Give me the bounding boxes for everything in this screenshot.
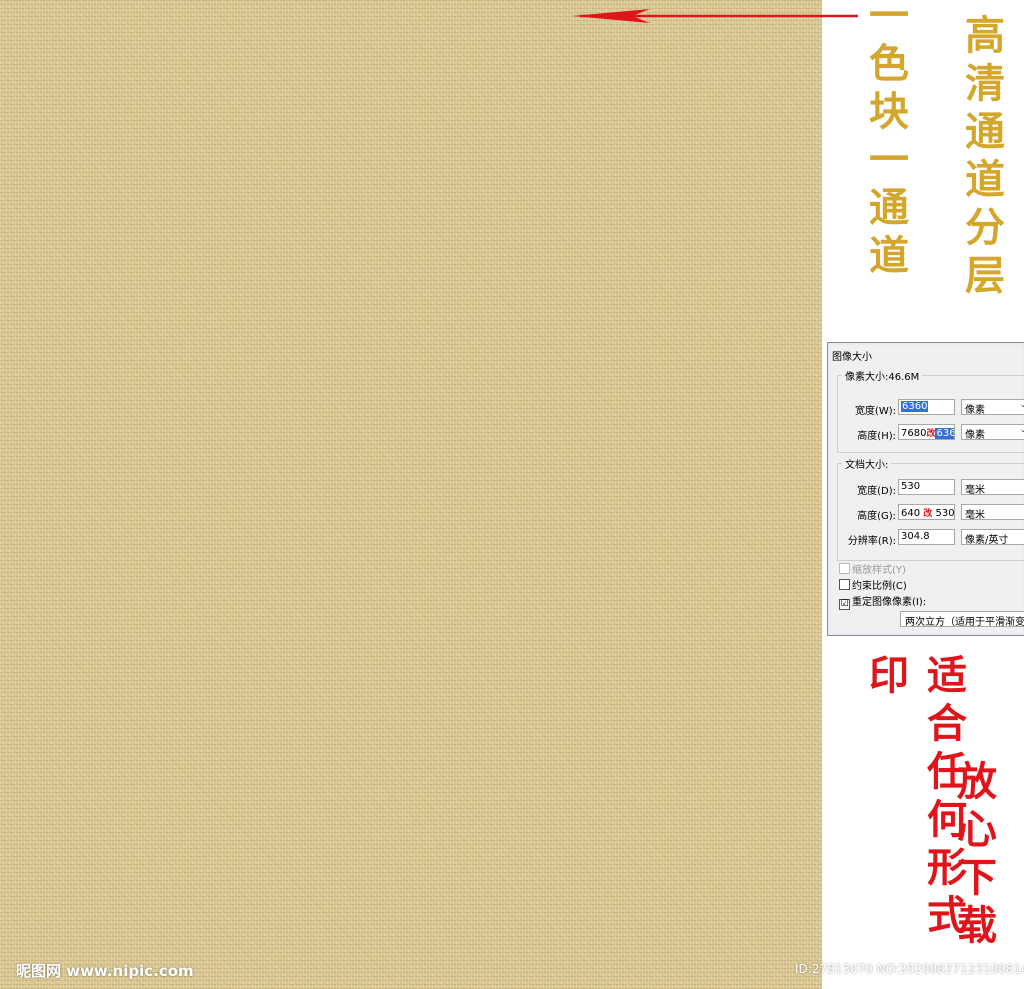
- resolution-unit-select[interactable]: 像素/英寸: [961, 529, 1024, 546]
- annotation-download-safely: 放心下载: [950, 760, 997, 952]
- document-size-legend: 文档大小:: [842, 456, 892, 471]
- checkbox-icon: [839, 563, 850, 574]
- doc-width-row: 宽度(D): 530 毫米: [838, 479, 1024, 497]
- pixel-dimensions-legend: 像素大小:46.6M: [842, 368, 923, 383]
- doc-width-input[interactable]: 530: [898, 479, 955, 495]
- checkbox-checked-icon: ☑: [839, 599, 850, 610]
- watermark-site: 昵图网 www.nipic.com: [16, 962, 194, 980]
- doc-height-input[interactable]: 640 改 530: [898, 504, 955, 520]
- pixel-width-input[interactable]: 6360: [898, 399, 955, 415]
- annotation-hd-channel-layers: 高清通道分层: [958, 14, 1005, 302]
- doc-width-unit-select[interactable]: 毫米: [961, 479, 1024, 496]
- doc-height-unit-select[interactable]: 毫米: [961, 504, 1024, 521]
- image-size-dialog: 图像大小 像素大小:46.6M 宽度(W): 6360 像素 ⌄ 高度(H): 7…: [827, 342, 1024, 636]
- chevron-down-icon: ⌄: [1019, 425, 1024, 435]
- pixel-height-unit: 像素: [965, 430, 985, 441]
- resolution-input[interactable]: 304.8: [898, 529, 955, 545]
- resample-image-checkbox[interactable]: ☑ 重定图像像素(I):: [839, 593, 926, 610]
- pixel-height-unit-select[interactable]: 像素 ⌄: [961, 424, 1024, 441]
- doc-height-unit: 毫米: [965, 510, 985, 521]
- scale-styles-checkbox[interactable]: 缩放样式(Y): [839, 561, 906, 576]
- texture-swatch: [0, 0, 822, 989]
- change-mark: 改: [923, 509, 933, 519]
- constrain-proportions-label: 约束比例(C): [852, 581, 907, 592]
- checkbox-icon: [839, 579, 850, 590]
- resolution-label: 分辨率(R):: [847, 536, 896, 547]
- doc-width-value: 530: [901, 481, 921, 492]
- pixel-height-input[interactable]: 7680改6360: [898, 424, 955, 440]
- resample-method-select[interactable]: 两次立方（适用于平滑渐变: [900, 611, 1024, 627]
- watermark-id: ID:27813070 NO:20200827123100814088: [795, 962, 1024, 976]
- pixel-width-label: 宽度(W):: [854, 406, 896, 417]
- resolution-row: 分辨率(R): 304.8 像素/英寸: [838, 529, 1024, 547]
- doc-width-unit: 毫米: [965, 485, 985, 496]
- resolution-value: 304.8: [901, 531, 930, 542]
- doc-width-label: 宽度(D):: [857, 486, 896, 497]
- pixel-width-unit-select[interactable]: 像素 ⌄: [961, 399, 1024, 416]
- pixel-height-label: 高度(H):: [857, 431, 896, 442]
- doc-height-label: 高度(G):: [857, 511, 896, 522]
- resample-image-label: 重定图像像素(I):: [852, 597, 927, 608]
- doc-height-old: 640: [901, 508, 921, 519]
- pixel-height-row: 高度(H): 7680改6360 像素 ⌄: [838, 424, 1024, 442]
- pixel-width-row: 宽度(W): 6360 像素 ⌄: [838, 399, 1024, 417]
- pixel-width-value: 6360: [901, 401, 929, 412]
- arrow-icon: [572, 9, 858, 23]
- dialog-title: 图像大小: [832, 352, 872, 363]
- pixel-height-new: 6360: [935, 428, 954, 439]
- constrain-proportions-checkbox[interactable]: 约束比例(C): [839, 577, 907, 592]
- doc-height-new: 530: [935, 508, 955, 519]
- annotation-one-color-one-channel: 一色块一通道: [862, 0, 909, 282]
- chevron-down-icon: ⌄: [1019, 400, 1024, 410]
- resolution-unit: 像素/英寸: [965, 535, 1009, 546]
- pixel-width-unit: 像素: [965, 405, 985, 416]
- doc-height-row: 高度(G): 640 改 530 毫米: [838, 504, 1024, 522]
- scale-styles-label: 缩放样式(Y): [852, 565, 906, 576]
- pixel-height-old: 7680: [901, 428, 927, 439]
